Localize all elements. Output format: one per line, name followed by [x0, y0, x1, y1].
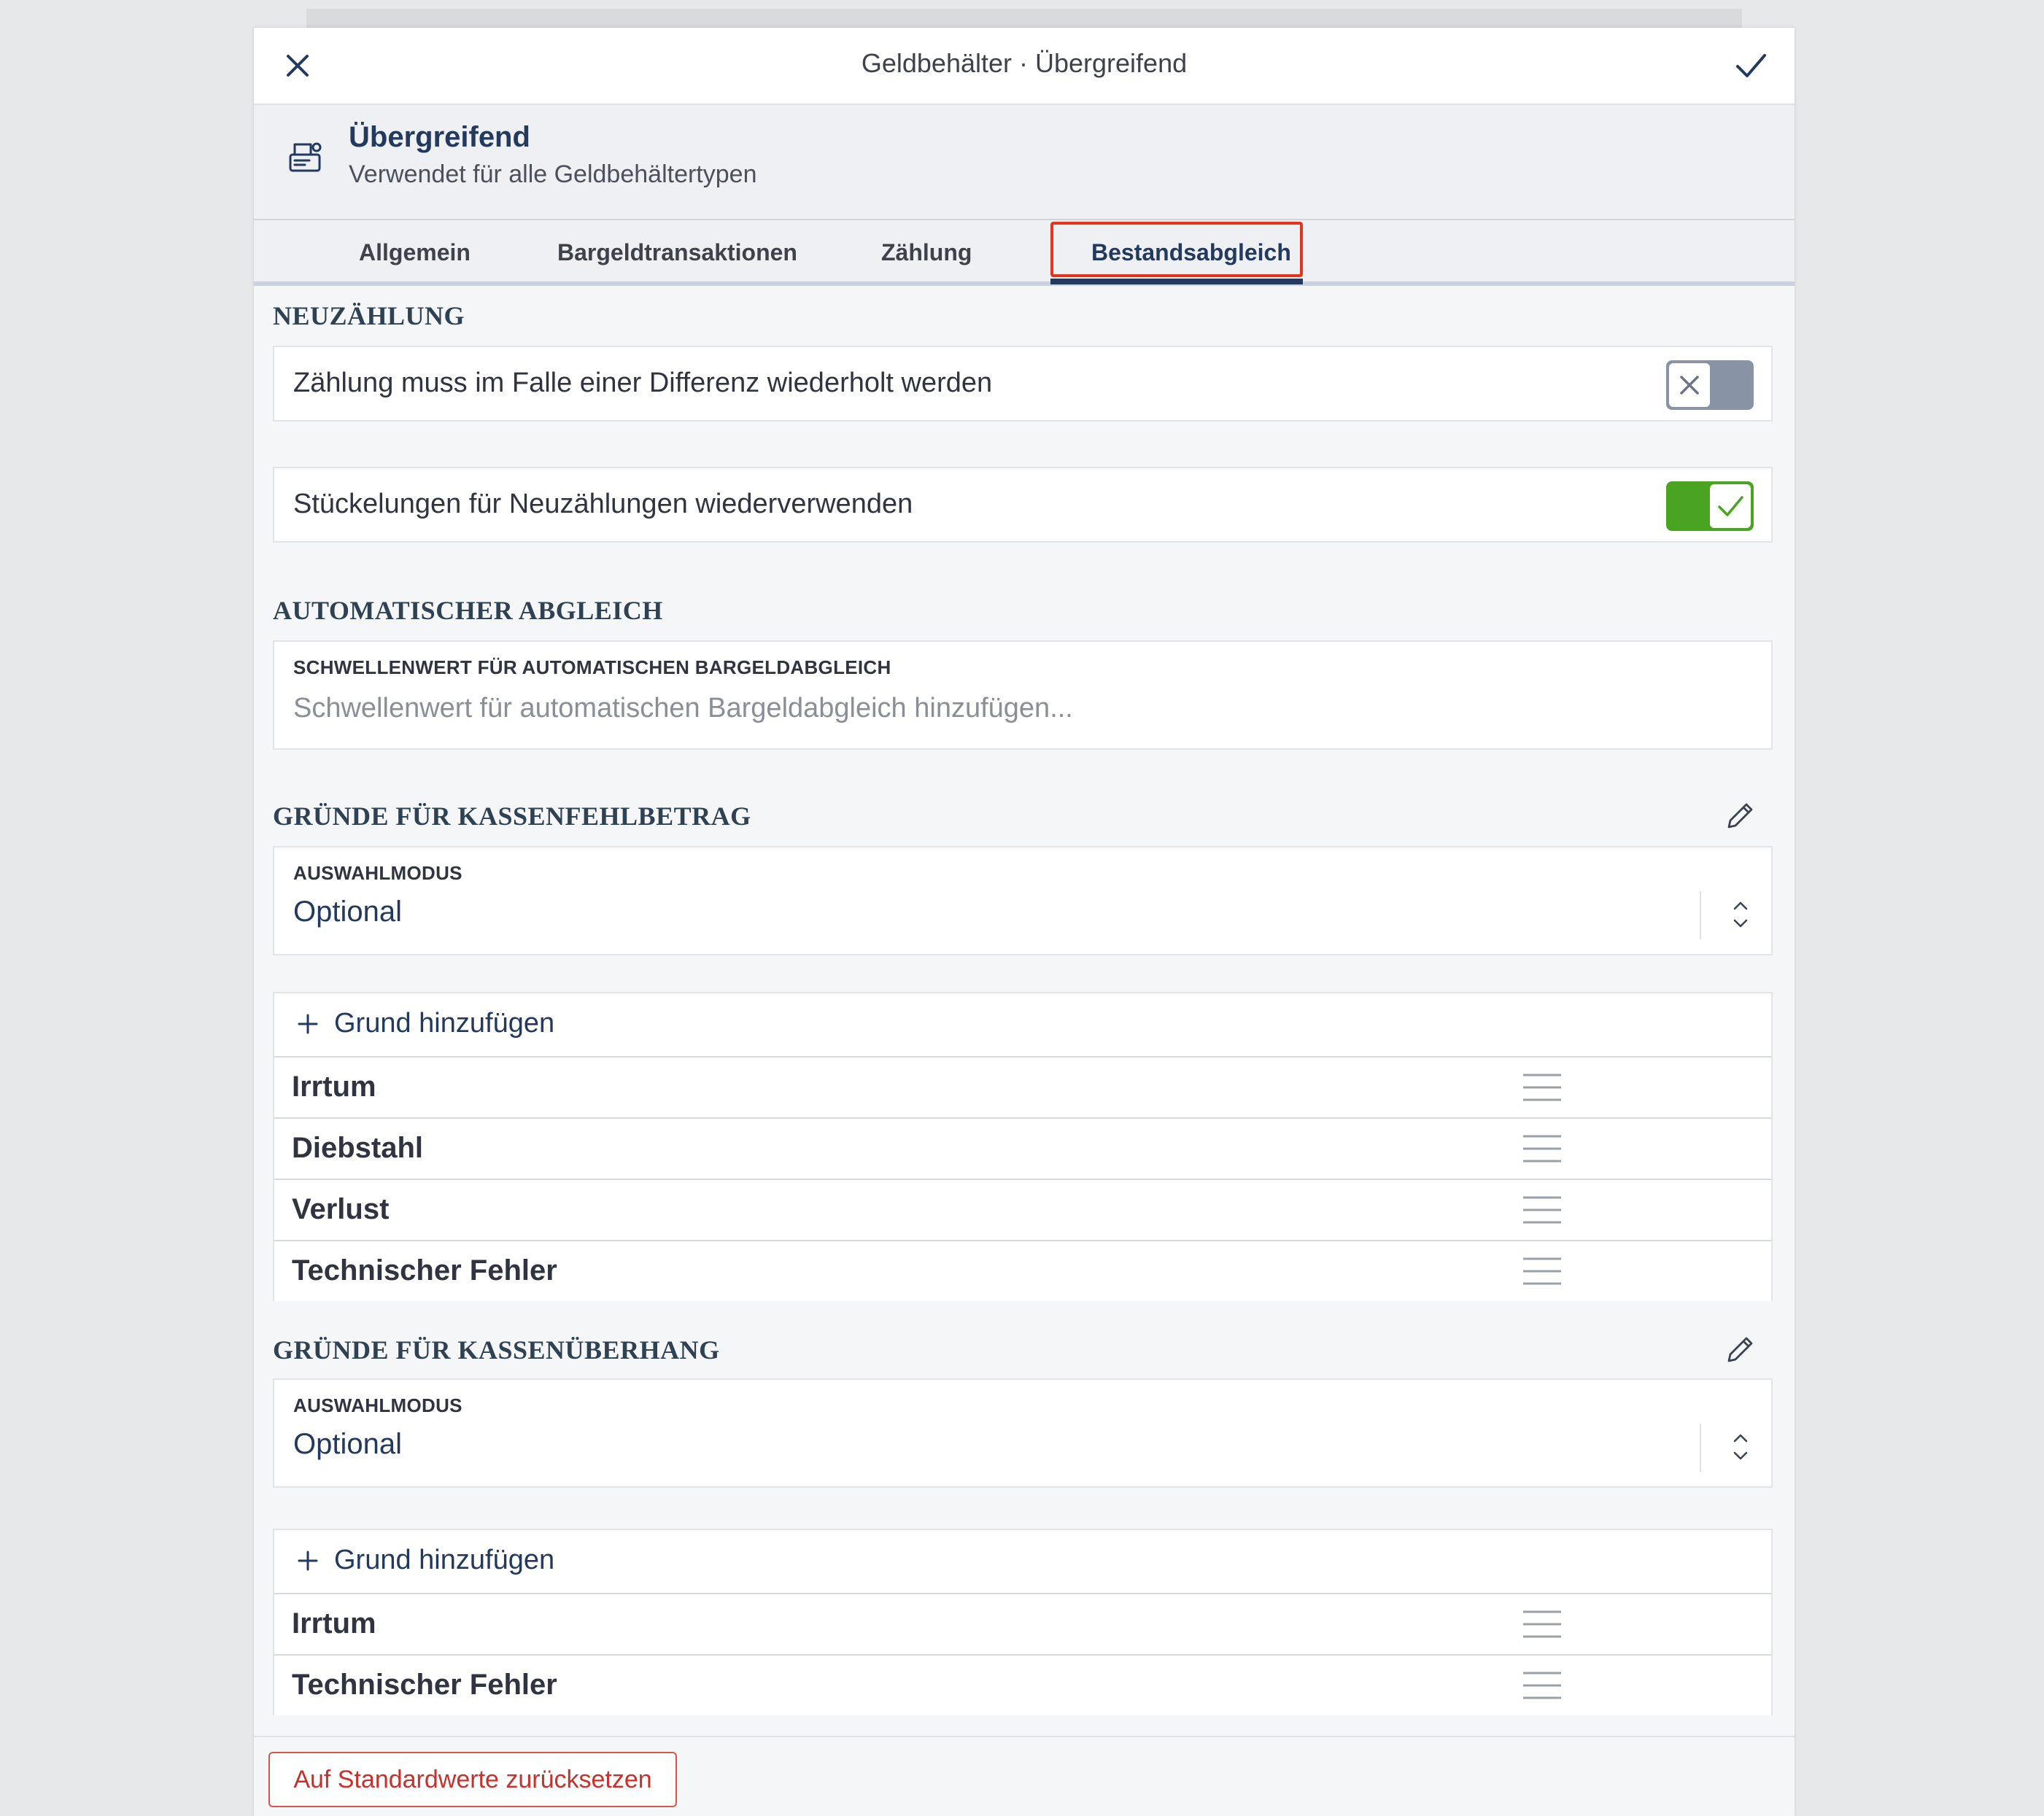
- cross-icon: [1680, 376, 1699, 395]
- reason-label: Irrtum: [292, 1071, 376, 1103]
- active-tab-indicator: [1050, 279, 1303, 284]
- list-item[interactable]: Technischer Fehler: [274, 1654, 1771, 1715]
- setting-row-repeat-count: Zählung muss im Falle einer Differenz wi…: [273, 346, 1773, 422]
- tab-bar: Allgemein Bargeldtransaktionen Zählung B…: [254, 220, 1795, 286]
- background-sheet: [306, 9, 1742, 30]
- select-divider: [1700, 891, 1701, 939]
- window-title: Geldbehälter · Übergreifend: [861, 48, 1188, 78]
- chevron-updown-icon: [1733, 1434, 1748, 1460]
- add-reason-label: Grund hinzufügen: [334, 1545, 555, 1575]
- reason-label: Verlust: [292, 1193, 390, 1225]
- footer-bar: Auf Standardwerte zurücksetzen: [254, 1736, 1795, 1816]
- ueberhang-mode-select[interactable]: AUSWAHLMODUS Optional: [273, 1378, 1773, 1488]
- fehlbetrag-add-reason-button[interactable]: Grund hinzufügen: [274, 993, 1771, 1056]
- checkmark-icon: [1718, 496, 1743, 516]
- tab-allgemein[interactable]: Allgemein: [359, 239, 471, 266]
- drag-handle-icon[interactable]: [1522, 1132, 1563, 1165]
- setting-label: Zählung muss im Falle einer Differenz wi…: [293, 368, 993, 398]
- section-title-ueberhang: GRÜNDE FÜR KASSENÜBERHANG: [273, 1335, 720, 1365]
- toggle-knob: [1669, 363, 1710, 407]
- threshold-field[interactable]: SCHWELLENWERT FÜR AUTOMATISCHEN BARGELDA…: [273, 640, 1773, 750]
- mode-value: Optional: [293, 1428, 402, 1460]
- mode-value: Optional: [293, 896, 402, 928]
- section-title-neuzaehlung: NEUZÄHLUNG: [273, 301, 465, 330]
- checkmark-icon: [1736, 54, 1766, 77]
- entity-header: Übergreifend Verwendet für alle Geldbehä…: [254, 105, 1795, 220]
- section-title-fehlbetrag: GRÜNDE FÜR KASSENFEHLBETRAG: [273, 802, 751, 831]
- title-bar: Geldbehälter · Übergreifend: [254, 28, 1795, 105]
- tab-highlight-frame: [1050, 222, 1303, 277]
- list-item[interactable]: Diebstahl: [274, 1117, 1771, 1179]
- fehlbetrag-mode-select[interactable]: AUSWAHLMODUS Optional: [273, 846, 1773, 955]
- ueberhang-reason-list: Grund hinzufügen Irrtum Technischer Fehl…: [273, 1529, 1773, 1715]
- setting-label: Stückelungen für Neuzählungen wiederverw…: [293, 489, 913, 519]
- list-item[interactable]: Technischer Fehler: [274, 1240, 1771, 1301]
- add-reason-label: Grund hinzufügen: [334, 1008, 555, 1039]
- header-title: Übergreifend: [349, 121, 530, 153]
- drag-handle-icon[interactable]: [1522, 1254, 1563, 1288]
- plus-icon: [298, 1014, 318, 1034]
- mode-label: AUSWAHLMODUS: [293, 1394, 462, 1416]
- dialog-sheet: Geldbehälter · Übergreifend Übergreifend…: [254, 28, 1795, 1816]
- drag-handle-icon[interactable]: [1522, 1607, 1563, 1641]
- tab-bargeldtransaktionen[interactable]: Bargeldtransaktionen: [557, 239, 797, 266]
- drag-handle-icon[interactable]: [1522, 1071, 1563, 1104]
- list-item[interactable]: Verlust: [274, 1179, 1771, 1240]
- chevron-updown-icon: [1733, 901, 1748, 928]
- reuse-denominations-toggle[interactable]: [1666, 481, 1754, 531]
- section-title-auto-abgleich: AUTOMATISCHER ABGLEICH: [273, 596, 663, 625]
- tab-zaehlung[interactable]: Zählung: [881, 239, 972, 266]
- confirm-button[interactable]: [1727, 42, 1774, 89]
- pencil-icon[interactable]: [1722, 796, 1760, 834]
- plus-icon: [298, 1551, 318, 1571]
- reason-label: Technischer Fehler: [292, 1254, 557, 1287]
- reason-label: Irrtum: [292, 1607, 376, 1640]
- threshold-input-placeholder[interactable]: Schwellenwert für automatischen Bargelda…: [293, 693, 1073, 724]
- ueberhang-add-reason-button[interactable]: Grund hinzufügen: [274, 1530, 1771, 1593]
- drag-handle-icon[interactable]: [1522, 1669, 1563, 1702]
- repeat-count-toggle[interactable]: [1666, 360, 1754, 410]
- drag-handle-icon[interactable]: [1522, 1193, 1563, 1227]
- list-item[interactable]: Irrtum: [274, 1056, 1771, 1117]
- threshold-field-label: SCHWELLENWERT FÜR AUTOMATISCHEN BARGELDA…: [293, 656, 891, 678]
- fehlbetrag-reason-list: Grund hinzufügen Irrtum Diebstahl Verlus…: [273, 992, 1773, 1301]
- setting-row-reuse-denominations: Stückelungen für Neuzählungen wiederverw…: [273, 467, 1773, 543]
- list-item[interactable]: Irrtum: [274, 1593, 1771, 1654]
- select-divider: [1700, 1424, 1701, 1472]
- cash-register-icon: [289, 142, 322, 172]
- reason-label: Technischer Fehler: [292, 1669, 557, 1701]
- header-subtitle: Verwendet für alle Geldbehältertypen: [349, 160, 757, 188]
- toggle-knob: [1710, 484, 1751, 528]
- reason-label: Diebstahl: [292, 1132, 424, 1164]
- mode-label: AUSWAHLMODUS: [293, 862, 462, 884]
- reset-defaults-button[interactable]: Auf Standardwerte zurücksetzen: [268, 1752, 677, 1807]
- pencil-icon[interactable]: [1722, 1330, 1760, 1368]
